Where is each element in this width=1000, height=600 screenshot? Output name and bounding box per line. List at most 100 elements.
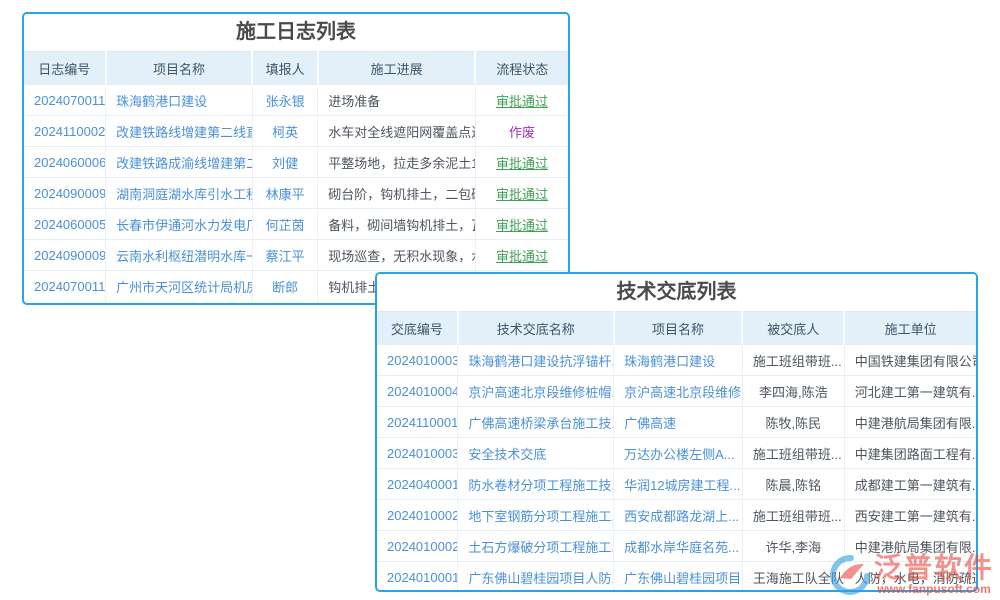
log-project-link[interactable]: 广州市天河区统计局机房...	[106, 271, 253, 302]
log-status-link[interactable]: 审批通过	[475, 209, 568, 240]
table-row[interactable]: 2024060006 改建铁路成渝线增建第二... 刘健 平整场地，拉走多余泥土…	[24, 147, 568, 178]
log-table: 日志编号 项目名称 填报人 施工进展 流程状态 2024070011 珠海鹤港口…	[24, 51, 568, 302]
log-id-link[interactable]: 2024060006	[24, 147, 106, 178]
log-project-link[interactable]: 云南水利枢纽潜明水库一...	[106, 240, 253, 271]
disclosure-col-unit: 施工单位	[844, 312, 976, 345]
table-row[interactable]: 2024010003 安全技术交底 万达办公楼左侧A... 施工班组带班... …	[377, 438, 976, 469]
log-progress-text: 进场准备	[318, 85, 476, 116]
log-progress-text: 砌台阶，钩机排土，二包砌...	[318, 178, 476, 209]
technical-disclosure-panel: 技术交底列表 交底编号 技术交底名称 项目名称 被交底人 施工单位 202401…	[375, 272, 978, 592]
disclosure-receiver-text: 施工班组带班...	[742, 345, 844, 376]
log-id-link[interactable]: 2024070011	[24, 271, 106, 302]
disclosure-unit-text: 人防，水电，消防疏通	[844, 562, 976, 593]
log-header-row: 日志编号 项目名称 填报人 施工进展 流程状态	[24, 52, 568, 85]
disclosure-receiver-text: 王海施工队全队	[742, 562, 844, 593]
log-project-link[interactable]: 改建铁路线增建第二线直...	[106, 116, 253, 147]
disclosure-id-link[interactable]: 2024010001	[377, 562, 458, 593]
disclosure-col-project: 项目名称	[614, 312, 743, 345]
disclosure-receiver-text: 陈晨,陈铭	[742, 469, 844, 500]
disclosure-name-link[interactable]: 安全技术交底	[458, 438, 614, 469]
disclosure-id-link[interactable]: 2024010003	[377, 345, 458, 376]
disclosure-table-title: 技术交底列表	[377, 274, 976, 311]
table-row[interactable]: 2024010002 土石方爆破分项工程施工... 成都水岸华庭名苑... 许华…	[377, 531, 976, 562]
log-reporter-link[interactable]: 张永银	[252, 85, 317, 116]
disclosure-project-link[interactable]: 广东佛山碧桂园项目	[614, 562, 743, 593]
log-status-link[interactable]: 作废	[475, 116, 568, 147]
disclosure-name-link[interactable]: 防水卷材分项工程施工技...	[458, 469, 614, 500]
log-progress-text: 现场巡查，无积水现象，水...	[318, 240, 476, 271]
log-col-reporter: 填报人	[252, 52, 317, 85]
log-reporter-link[interactable]: 刘健	[252, 147, 317, 178]
log-status-link[interactable]: 审批通过	[475, 240, 568, 271]
log-progress-text: 平整场地，拉走多余泥土15...	[318, 147, 476, 178]
disclosure-project-link[interactable]: 珠海鹤港口建设	[614, 345, 743, 376]
log-reporter-link[interactable]: 何芷茵	[252, 209, 317, 240]
disclosure-unit-text: 成都建工第一建筑有...	[844, 469, 976, 500]
disclosure-project-link[interactable]: 成都水岸华庭名苑...	[614, 531, 743, 562]
disclosure-id-link[interactable]: 2024010003	[377, 438, 458, 469]
disclosure-receiver-text: 施工班组带班...	[742, 500, 844, 531]
table-row[interactable]: 2024110002 改建铁路线增建第二线直... 柯英 水车对全线遮阳网覆盖点…	[24, 116, 568, 147]
disclosure-id-link[interactable]: 2024010004	[377, 376, 458, 407]
log-id-link[interactable]: 2024070011	[24, 85, 106, 116]
disclosure-name-link[interactable]: 珠海鹤港口建设抗浮锚杆...	[458, 345, 614, 376]
disclosure-unit-text: 西安建工第一建筑有...	[844, 500, 976, 531]
log-status-link[interactable]: 审批通过	[475, 85, 568, 116]
log-col-progress: 施工进展	[318, 52, 476, 85]
log-project-link[interactable]: 长春市伊通河水力发电厂...	[106, 209, 253, 240]
table-row[interactable]: 2024070011 珠海鹤港口建设 张永银 进场准备 审批通过	[24, 85, 568, 116]
log-status-link[interactable]: 审批通过	[475, 178, 568, 209]
log-project-link[interactable]: 珠海鹤港口建设	[106, 85, 253, 116]
log-id-link[interactable]: 2024110002	[24, 116, 106, 147]
disclosure-unit-text: 中建港航局集团有限...	[844, 407, 976, 438]
disclosure-project-link[interactable]: 西安成都路龙湖上...	[614, 500, 743, 531]
disclosure-project-link[interactable]: 华润12城房建工程...	[614, 469, 743, 500]
disclosure-header-row: 交底编号 技术交底名称 项目名称 被交底人 施工单位	[377, 312, 976, 345]
log-reporter-link[interactable]: 蔡江平	[252, 240, 317, 271]
table-row[interactable]: 2024090009 湖南洞庭湖水库引水工程... 林康平 砌台阶，钩机排土，二…	[24, 178, 568, 209]
disclosure-project-link[interactable]: 京沪高速北京段维修	[614, 376, 743, 407]
log-status-link[interactable]: 审批通过	[475, 147, 568, 178]
disclosure-name-link[interactable]: 广佛高速桥梁承台施工技...	[458, 407, 614, 438]
disclosure-id-link[interactable]: 2024040001	[377, 469, 458, 500]
disclosure-col-id: 交底编号	[377, 312, 458, 345]
log-id-link[interactable]: 2024060005	[24, 209, 106, 240]
log-project-link[interactable]: 改建铁路成渝线增建第二...	[106, 147, 253, 178]
table-row[interactable]: 2024010001 广东佛山碧桂园项目人防... 广东佛山碧桂园项目 王海施工…	[377, 562, 976, 593]
disclosure-project-link[interactable]: 广佛高速	[614, 407, 743, 438]
table-row[interactable]: 2024010002 地下室钢筋分项工程施工... 西安成都路龙湖上... 施工…	[377, 500, 976, 531]
table-row[interactable]: 2024040001 防水卷材分项工程施工技... 华润12城房建工程... 陈…	[377, 469, 976, 500]
disclosure-receiver-text: 许华,李海	[742, 531, 844, 562]
log-project-link[interactable]: 湖南洞庭湖水库引水工程...	[106, 178, 253, 209]
disclosure-unit-text: 中建港航局集团有限...	[844, 531, 976, 562]
disclosure-unit-text: 中国铁建集团有限公司	[844, 345, 976, 376]
log-table-title: 施工日志列表	[24, 14, 568, 51]
log-progress-text: 水车对全线遮阳网覆盖点进...	[318, 116, 476, 147]
log-reporter-link[interactable]: 柯英	[252, 116, 317, 147]
disclosure-unit-text: 河北建工第一建筑有...	[844, 376, 976, 407]
disclosure-name-link[interactable]: 广东佛山碧桂园项目人防...	[458, 562, 614, 593]
disclosure-name-link[interactable]: 京沪高速北京段维修桩帽...	[458, 376, 614, 407]
table-row[interactable]: 2024090009 云南水利枢纽潜明水库一... 蔡江平 现场巡查，无积水现象…	[24, 240, 568, 271]
log-reporter-link[interactable]: 断郎	[252, 271, 317, 302]
disclosure-id-link[interactable]: 2024010002	[377, 531, 458, 562]
log-col-project: 项目名称	[106, 52, 253, 85]
disclosure-receiver-text: 李四海,陈浩	[742, 376, 844, 407]
log-reporter-link[interactable]: 林康平	[252, 178, 317, 209]
disclosure-id-link[interactable]: 2024010002	[377, 500, 458, 531]
table-row[interactable]: 2024110001 广佛高速桥梁承台施工技... 广佛高速 陈牧,陈民 中建港…	[377, 407, 976, 438]
disclosure-name-link[interactable]: 地下室钢筋分项工程施工...	[458, 500, 614, 531]
table-row[interactable]: 2024010003 珠海鹤港口建设抗浮锚杆... 珠海鹤港口建设 施工班组带班…	[377, 345, 976, 376]
disclosure-id-link[interactable]: 2024110001	[377, 407, 458, 438]
disclosure-col-name: 技术交底名称	[458, 312, 614, 345]
disclosure-receiver-text: 施工班组带班...	[742, 438, 844, 469]
table-row[interactable]: 2024060005 长春市伊通河水力发电厂... 何芷茵 备料，砌间墙钩机排土…	[24, 209, 568, 240]
log-id-link[interactable]: 2024090009	[24, 178, 106, 209]
table-row[interactable]: 2024010004 京沪高速北京段维修桩帽... 京沪高速北京段维修 李四海,…	[377, 376, 976, 407]
log-id-link[interactable]: 2024090009	[24, 240, 106, 271]
construction-log-panel: 施工日志列表 日志编号 项目名称 填报人 施工进展 流程状态 202407001…	[22, 12, 570, 305]
disclosure-receiver-text: 陈牧,陈民	[742, 407, 844, 438]
disclosure-name-link[interactable]: 土石方爆破分项工程施工...	[458, 531, 614, 562]
log-col-id: 日志编号	[24, 52, 106, 85]
disclosure-project-link[interactable]: 万达办公楼左侧A...	[614, 438, 743, 469]
